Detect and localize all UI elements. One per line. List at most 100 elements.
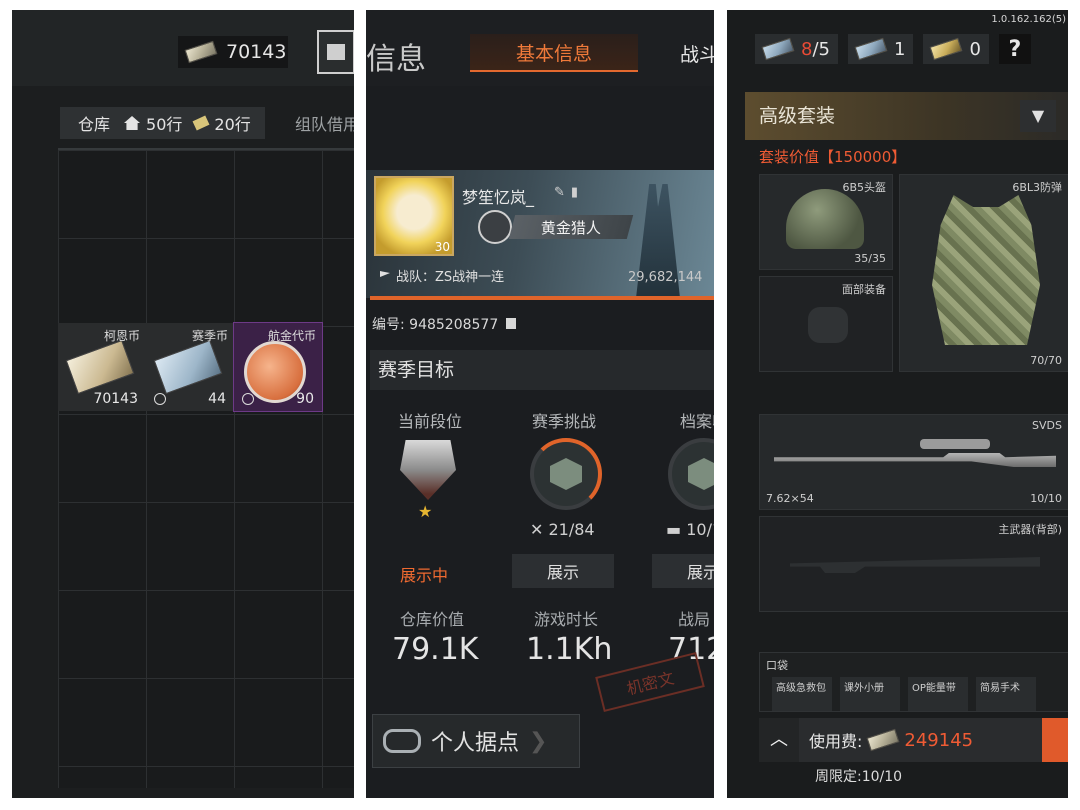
house-icon: [124, 116, 141, 130]
cash-icon: [184, 40, 218, 64]
player-nickname: 梦笙忆岚_: [462, 188, 535, 207]
primary-weapon-slot[interactable]: SVDS 7.62×54 10/10: [759, 414, 1068, 510]
show-challenge-button[interactable]: 展示: [512, 554, 614, 588]
cash-icon: [866, 728, 900, 752]
currency-ticket-b: 1: [847, 34, 914, 64]
money-display: 70143: [178, 36, 288, 68]
bind-badge-icon: [154, 393, 166, 405]
goal-label: 赛季挑战: [531, 412, 596, 431]
goal-label: 当前段位: [397, 412, 462, 431]
kpi-value: 79.1K: [392, 632, 479, 667]
currency-ticket-a: 8/5: [755, 34, 838, 64]
item-cohen-coin[interactable]: 柯恩币 70143: [58, 323, 146, 411]
edit-copy-icons[interactable]: ✎▮: [554, 185, 584, 200]
goal-label: 档案收: [679, 412, 714, 431]
tab-team-borrow[interactable]: 组队借用: [295, 111, 354, 135]
section-title: 赛季目标: [370, 350, 714, 390]
face-slot[interactable]: 面部装备: [759, 276, 893, 372]
challenge-progress-ring[interactable]: [530, 438, 602, 510]
player-level: 30: [434, 240, 450, 254]
ticket-icon: [854, 37, 888, 61]
slot-durability: 35/35: [854, 252, 886, 265]
tab-warehouse-label: 仓库: [78, 115, 111, 134]
sort-button[interactable]: [317, 30, 354, 74]
chevron-up-icon[interactable]: ︿: [759, 718, 799, 762]
archive-progress-ring[interactable]: [668, 438, 714, 510]
armor-slot[interactable]: 6BL3防弹 70/70: [899, 174, 1068, 372]
challenge-stat: ✕ 21/84: [530, 520, 595, 539]
face-mask-icon: [808, 307, 848, 343]
kpi-value: 1.1Kh: [526, 632, 613, 667]
base-icon: [383, 729, 421, 753]
star-icon: ★: [418, 502, 433, 521]
item-count: 90: [296, 391, 314, 407]
pocket-item[interactable]: OP能量带: [908, 677, 968, 711]
rank-emblem-icon: [478, 210, 512, 244]
pocket-item[interactable]: 简易手术: [976, 677, 1036, 711]
divider: [370, 296, 714, 300]
armor-vest-icon: [932, 195, 1040, 345]
pocket-slot: 口袋 高级急救包 课外小册 OP能量带 简易手术: [759, 652, 1068, 712]
help-button[interactable]: ?: [998, 34, 1031, 64]
helmet-icon: [786, 189, 864, 249]
set-selector[interactable]: 高级套装 ▼: [745, 92, 1068, 140]
item-gold-token[interactable]: 航金代币 90: [233, 322, 323, 412]
tab-warehouse[interactable]: 仓库 50行 20行: [60, 107, 265, 139]
tab-basic-info[interactable]: 基本信息: [470, 34, 638, 72]
slot-name: 面部装备: [842, 283, 886, 296]
archive-stat: ▬ 10/1: [666, 520, 714, 539]
ticket-b-value: 1: [893, 38, 906, 60]
loadout-panel: 1.0.162.162(5) 8/5 1 0 ? 高级套装 ▼ 套装价值【150…: [727, 10, 1068, 798]
slot-name: 6BL3防弹: [1012, 181, 1062, 194]
warehouse-tabs: 仓库 50行 20行 组队借用: [60, 106, 354, 140]
show-archive-button[interactable]: 展示: [652, 554, 714, 588]
flag-icon: [380, 271, 390, 277]
ticket-a-max: /5: [812, 38, 830, 60]
cash-stack-icon: [65, 339, 135, 395]
slot-name: SVDS: [1032, 419, 1062, 432]
money-value: 70143: [226, 41, 287, 63]
helmet-slot[interactable]: 6B5头盔 35/35: [759, 174, 893, 270]
item-name: 赛季币: [191, 329, 228, 343]
item-name: 航金代币: [267, 329, 316, 343]
item-season-coin[interactable]: 赛季币 44: [146, 323, 234, 411]
rifle-caliber: 7.62×54: [766, 492, 814, 505]
avatar[interactable]: 30: [374, 176, 454, 256]
weekly-limit: 周限定:10/10: [815, 769, 903, 785]
ticket-icon: [761, 37, 795, 61]
ticket-a-value: 8: [801, 38, 813, 60]
profile-panel: 信息 基本信息 战斗 30 梦笙忆岚_ ✎▮ 黄金猎人 战队：ZS战神一连 29…: [366, 10, 714, 798]
pocket-item[interactable]: 课外小册: [840, 677, 900, 711]
rank-showing-label: 展示中: [400, 566, 449, 585]
set-price: 套装价值【150000】: [759, 148, 907, 166]
version-text: 1.0.162.162(5): [991, 14, 1066, 25]
challenge-stat-value: 21/84: [548, 520, 595, 539]
chevron-down-icon[interactable]: ▼: [1020, 100, 1056, 132]
archive-icon: [688, 458, 714, 490]
item-count: 44: [208, 391, 226, 407]
scope-icon: [920, 439, 990, 449]
profile-header: 信息 基本信息 战斗: [366, 10, 714, 86]
challenge-icon: [550, 458, 582, 490]
personal-base-label: 个人据点: [431, 731, 520, 756]
team-info[interactable]: 战队：ZS战神一连: [380, 266, 504, 285]
rifle-placeholder-icon: [790, 557, 1040, 573]
personal-base-button[interactable]: 个人据点 ❯: [372, 714, 580, 768]
confirm-button[interactable]: [1042, 718, 1068, 762]
copy-icon[interactable]: [506, 318, 517, 329]
tab-battle[interactable]: 战斗: [680, 40, 714, 67]
pocket-item[interactable]: 高级急救包: [772, 677, 832, 711]
currency-row: 8/5 1 0 ?: [755, 34, 1031, 64]
inventory-grid[interactable]: [58, 148, 354, 788]
ticket-c-value: 0: [969, 38, 981, 60]
chevron-right-icon: ❯: [529, 728, 548, 754]
back-weapon-slot[interactable]: 主武器(背部): [759, 516, 1068, 612]
coin-rows: 20行: [214, 115, 251, 134]
slot-name: 6B5头盔: [842, 181, 886, 194]
kpi-label: 仓库价值: [400, 610, 465, 629]
fee-amount: 249145: [904, 729, 974, 751]
ticket-icon: [930, 37, 963, 61]
player-title-badge: 黄金猎人: [508, 215, 634, 239]
sort-icon: [327, 44, 345, 60]
set-name: 高级套装: [759, 105, 836, 127]
